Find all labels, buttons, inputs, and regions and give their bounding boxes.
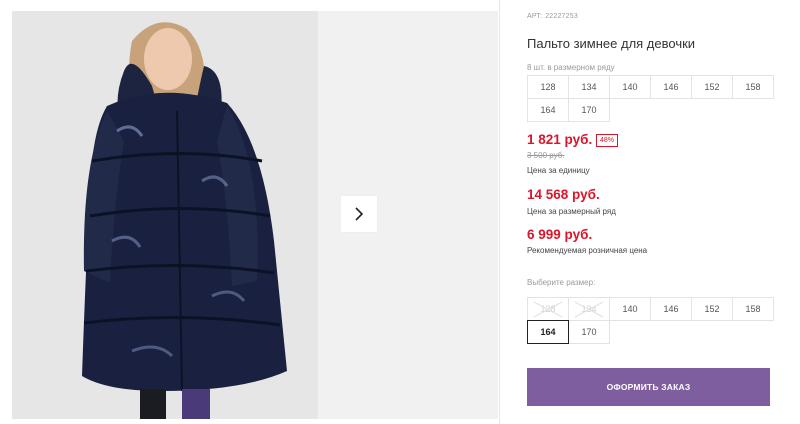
size-option[interactable]: 158 xyxy=(732,297,774,321)
size-row-item: 146 xyxy=(650,75,692,99)
discount-badge: 48% xyxy=(596,134,619,147)
unit-price: 1 821 руб. xyxy=(527,132,593,147)
choose-size-label: Выберите размер: xyxy=(527,278,596,287)
row-price: 14 568 руб. xyxy=(527,187,600,202)
product-title: Пальто зимнее для девочки xyxy=(527,36,696,51)
gallery-next-button[interactable] xyxy=(340,195,378,233)
old-price: 3 500 руб. xyxy=(527,151,565,160)
rrp-caption: Рекомендуемая розничная цена xyxy=(527,246,648,255)
size-selector: 128 134 140 146 152 158 164 170 xyxy=(527,297,774,344)
size-option-disabled: 134 xyxy=(568,297,610,321)
rrp-price: 6 999 руб. xyxy=(527,227,593,242)
chevron-right-icon xyxy=(355,207,364,221)
size-row-item: 158 xyxy=(732,75,774,99)
product-gallery xyxy=(0,0,500,424)
row-price-caption: Цена за размерный ряд xyxy=(527,207,616,216)
size-row-item: 134 xyxy=(568,75,610,99)
size-row-grid: 128 134 140 146 152 158 164 170 xyxy=(527,75,774,122)
size-row-note: 8 шт. в размерном ряду xyxy=(527,63,615,72)
size-option[interactable]: 152 xyxy=(691,297,733,321)
article-number: АРТ: 22227253 xyxy=(527,13,578,20)
size-row-item: 140 xyxy=(609,75,651,99)
unit-price-caption: Цена за единицу xyxy=(527,166,590,175)
size-option[interactable]: 140 xyxy=(609,297,651,321)
size-row-item: 152 xyxy=(691,75,733,99)
size-row-item: 170 xyxy=(568,98,610,122)
size-option-disabled: 128 xyxy=(527,297,569,321)
size-option[interactable]: 170 xyxy=(568,320,610,344)
size-row-item: 164 xyxy=(527,98,569,122)
size-option[interactable]: 146 xyxy=(650,297,692,321)
size-option-selected[interactable]: 164 xyxy=(527,320,569,344)
size-row-item: 128 xyxy=(527,75,569,99)
order-button[interactable]: ОФОРМИТЬ ЗАКАЗ xyxy=(527,368,770,406)
product-photo[interactable] xyxy=(12,11,318,419)
